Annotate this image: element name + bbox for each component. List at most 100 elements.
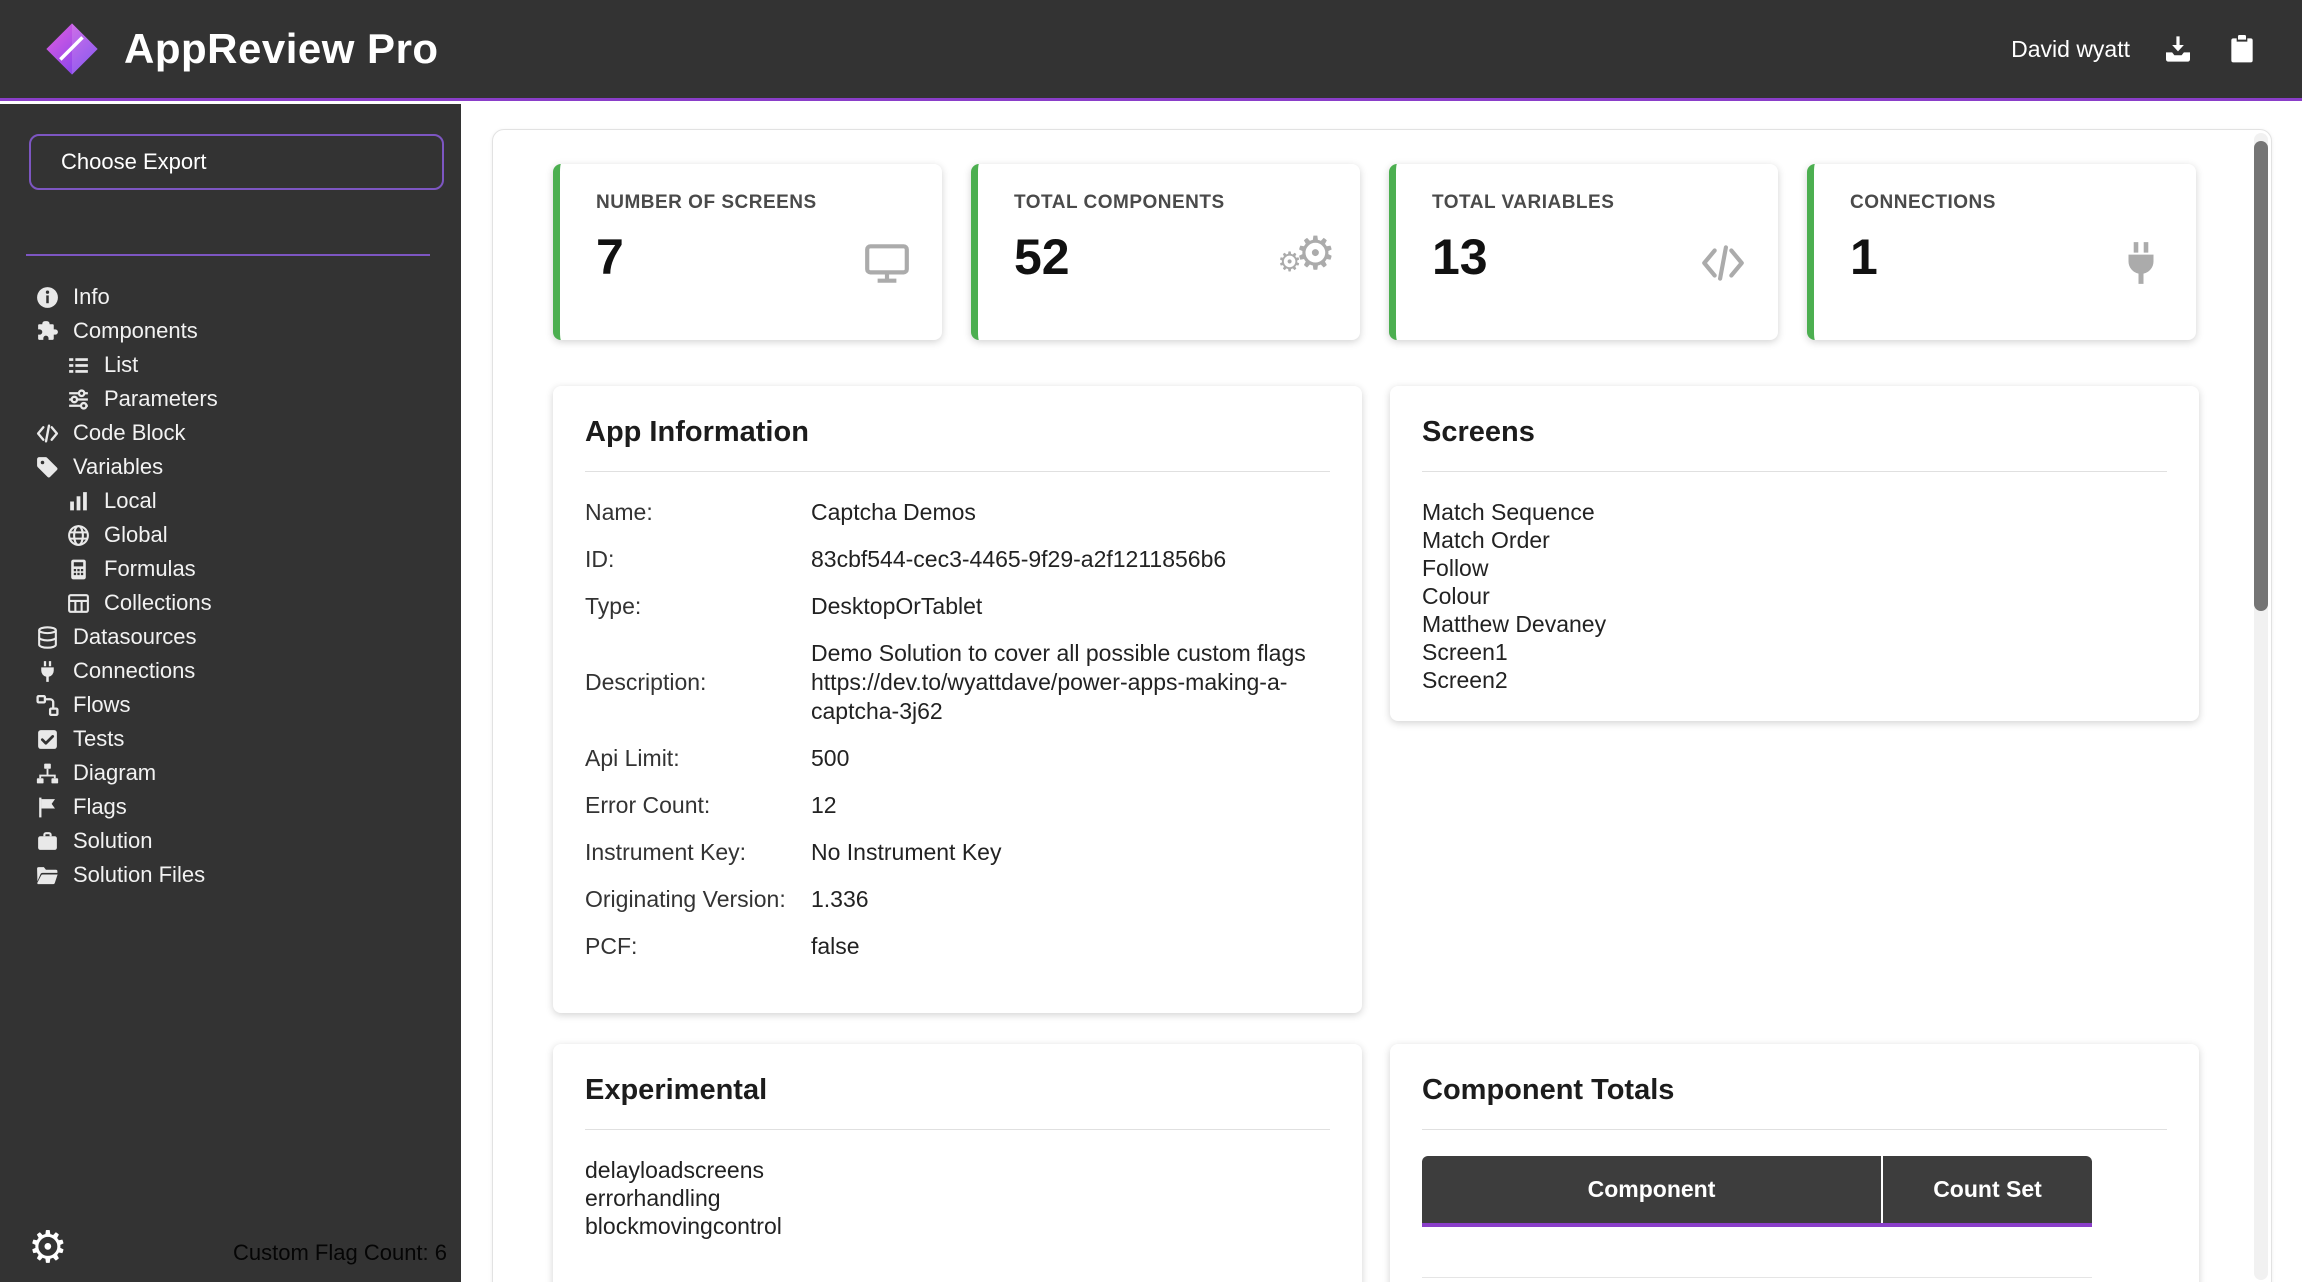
field-value: Captcha Demos	[811, 498, 1330, 527]
sidebar-item-flags[interactable]: Flags	[0, 790, 461, 824]
stat-card-variables: TOTAL VARIABLES 13	[1389, 164, 1778, 340]
info-icon	[35, 285, 60, 310]
sidebar-item-label: Collections	[104, 590, 212, 616]
sidebar-item-info[interactable]: Info	[0, 280, 461, 314]
sidebar-item-variables[interactable]: Variables	[0, 450, 461, 484]
sidebar-item-formulas[interactable]: Formulas	[0, 552, 461, 586]
sidebar-item-connections[interactable]: Connections	[0, 654, 461, 688]
code-icon	[35, 421, 60, 446]
sidebar-item-local[interactable]: Local	[0, 484, 461, 518]
component-totals-card: Component Totals Component Count Set	[1390, 1044, 2199, 1282]
scrollbar-track[interactable]	[2254, 133, 2268, 1280]
stat-label: NUMBER OF SCREENS	[596, 192, 942, 214]
experimental-list: delayloadscreens errorhandling blockmovi…	[585, 1156, 1330, 1240]
sidebar-item-list[interactable]: List	[0, 348, 461, 382]
field-label: ID:	[585, 545, 811, 574]
briefcase-icon	[35, 829, 60, 854]
card-title: App Information	[585, 416, 1330, 449]
sidebar-item-tests[interactable]: Tests	[0, 722, 461, 756]
list-item: delayloadscreens	[585, 1156, 1330, 1184]
card-title: Experimental	[585, 1074, 1330, 1107]
app-title: AppReview Pro	[124, 25, 439, 73]
sidebar-item-label: Info	[73, 284, 110, 310]
stat-label: TOTAL VARIABLES	[1432, 192, 1778, 214]
sidebar-item-label: Datasources	[73, 624, 197, 650]
info-row-api-limit: Api Limit: 500	[585, 744, 1330, 773]
table-row	[1422, 1225, 2092, 1277]
calculator-icon	[66, 557, 91, 582]
sidebar-item-flows[interactable]: Flows	[0, 688, 461, 722]
sidebar-item-code-block[interactable]: Code Block	[0, 416, 461, 450]
database-icon	[35, 625, 60, 650]
field-value: 12	[811, 791, 1330, 820]
main-area: NUMBER OF SCREENS 7 TOTAL COMPONENTS 52 …	[461, 104, 2302, 1282]
sidebar-item-label: Diagram	[73, 760, 156, 786]
sidebar-item-label: Parameters	[104, 386, 218, 412]
list-item: Match Order	[1422, 526, 2167, 554]
field-value: 500	[811, 744, 1330, 773]
stat-label: CONNECTIONS	[1850, 192, 2196, 214]
stat-label: TOTAL COMPONENTS	[1014, 192, 1360, 214]
sidebar-item-label: Solution	[73, 828, 153, 854]
gear-icon[interactable]: ⚙	[28, 1226, 67, 1270]
stat-card-components: TOTAL COMPONENTS 52 ⚙⚙	[971, 164, 1360, 340]
sidebar-item-parameters[interactable]: Parameters	[0, 382, 461, 416]
field-value: 83cbf544-cec3-4465-9f29-a2f1211856b6	[811, 545, 1330, 574]
table-header-row: Component Count Set	[1422, 1156, 2092, 1225]
gears-icon: ⚙⚙	[1278, 230, 1336, 276]
stat-card-connections: CONNECTIONS 1	[1807, 164, 2196, 340]
bar-chart-icon	[66, 489, 91, 514]
field-label: Description:	[585, 668, 811, 697]
sidebar-item-label: Flows	[73, 692, 130, 718]
app-information-card: App Information Name: Captcha Demos ID: …	[553, 386, 1362, 1013]
sidebar-item-label: List	[104, 352, 138, 378]
field-label: Error Count:	[585, 791, 811, 820]
clipboard-icon[interactable]	[2226, 33, 2258, 65]
sitemap-icon	[35, 761, 60, 786]
field-value: DesktopOrTablet	[811, 592, 1330, 621]
sidebar-item-components[interactable]: Components	[0, 314, 461, 348]
screens-card: Screens Match Sequence Match Order Follo…	[1390, 386, 2199, 721]
list-item: Match Sequence	[1422, 498, 2167, 526]
sidebar-item-label: Flags	[73, 794, 127, 820]
sidebar-item-global[interactable]: Global	[0, 518, 461, 552]
flow-icon	[35, 693, 60, 718]
sidebar-item-label: Tests	[73, 726, 124, 752]
sidebar-item-label: Local	[104, 488, 157, 514]
info-row-name: Name: Captcha Demos	[585, 498, 1330, 527]
component-totals-table: Component Count Set	[1422, 1156, 2092, 1278]
sidebar: Choose Export Info Components List Param…	[0, 104, 461, 1282]
check-square-icon	[35, 727, 60, 752]
info-row-originating-version: Originating Version: 1.336	[585, 885, 1330, 914]
app-logo-diamond-icon	[44, 21, 100, 77]
download-icon[interactable]	[2162, 33, 2194, 65]
list-item: Colour	[1422, 582, 2167, 610]
tag-icon	[35, 455, 60, 480]
sidebar-item-solution-files[interactable]: Solution Files	[0, 858, 461, 892]
sidebar-nav: Info Components List Parameters Code Blo…	[0, 280, 461, 892]
info-row-type: Type: DesktopOrTablet	[585, 592, 1330, 621]
content-panel: NUMBER OF SCREENS 7 TOTAL COMPONENTS 52 …	[492, 129, 2272, 1282]
puzzle-icon	[35, 319, 60, 344]
screens-list: Match Sequence Match Order Follow Colour…	[1422, 498, 2167, 694]
sidebar-item-label: Formulas	[104, 556, 196, 582]
column-header-component: Component	[1422, 1156, 1882, 1225]
field-label: Type:	[585, 592, 811, 621]
card-divider	[585, 1129, 1330, 1130]
sidebar-item-solution[interactable]: Solution	[0, 824, 461, 858]
sidebar-item-datasources[interactable]: Datasources	[0, 620, 461, 654]
scrollbar-thumb[interactable]	[2254, 141, 2268, 611]
list-item: Screen1	[1422, 638, 2167, 666]
plug-icon	[35, 659, 60, 684]
field-label: Api Limit:	[585, 744, 811, 773]
sidebar-divider	[26, 254, 430, 256]
sidebar-item-label: Connections	[73, 658, 195, 684]
info-row-instrument-key: Instrument Key: No Instrument Key	[585, 838, 1330, 867]
card-divider	[585, 471, 1330, 472]
flag-icon	[35, 795, 60, 820]
sidebar-item-collections[interactable]: Collections	[0, 586, 461, 620]
choose-export-button[interactable]: Choose Export	[29, 134, 444, 190]
sidebar-item-label: Code Block	[73, 420, 186, 446]
sidebar-item-diagram[interactable]: Diagram	[0, 756, 461, 790]
list-item: blockmovingcontrol	[585, 1212, 1330, 1240]
